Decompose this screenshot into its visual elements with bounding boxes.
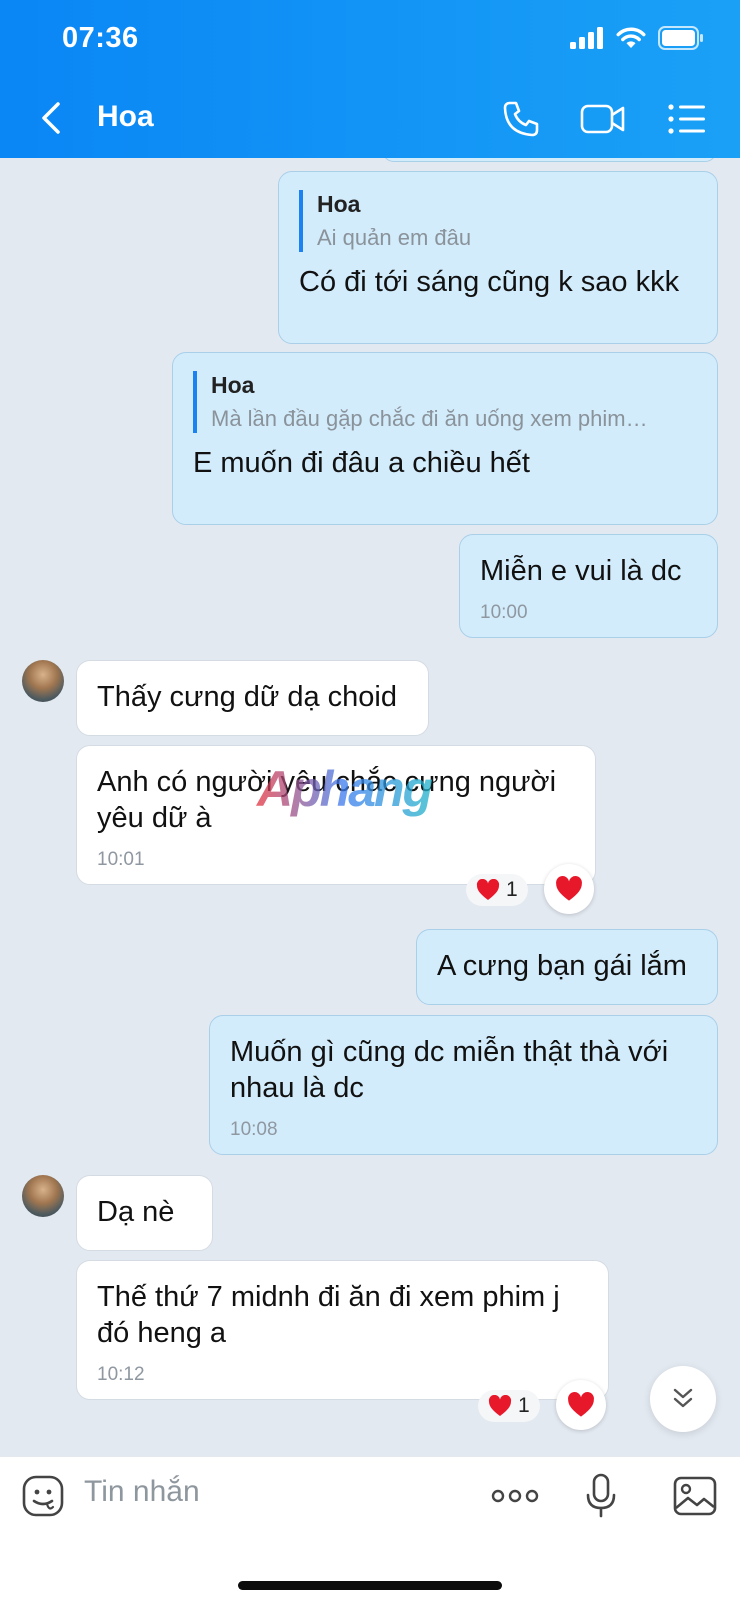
message-bubble-outgoing[interactable]: Muốn gì cũng dc miễn thật thà với nhau l… [209,1015,718,1155]
message-bubble-outgoing[interactable]: Miễn e vui là dc 10:00 [459,534,718,638]
message-input-bar: Tin nhắn [0,1456,740,1600]
chat-options-button[interactable] [662,94,712,144]
voice-message-button[interactable] [576,1471,626,1521]
message-text: Thế thứ 7 midnh đi ăn đi xem phim j đó h… [97,1281,560,1349]
status-time: 07:36 [62,22,139,54]
watermark-logo: Aphang [255,760,485,833]
video-call-icon [580,104,625,134]
reaction-count-value: 1 [506,878,518,901]
sticker-icon [22,1475,64,1517]
reaction-count[interactable]: 1 [478,1390,540,1422]
quote-sender: Hoa [211,372,255,398]
message-text: Muốn gì cũng dc miễn thật thà với nhau l… [230,1036,669,1104]
message-bubble-incoming[interactable]: Dạ nè [76,1175,213,1251]
wifi-icon [616,27,646,48]
reply-quote[interactable]: Hoa Ai quản em đâu [299,190,697,252]
menu-list-icon [668,104,705,134]
reply-quote[interactable]: Hoa Mà lần đầu gặp chắc đi ăn uống xem p… [193,371,697,433]
quote-sender: Hoa [317,191,361,217]
reaction-count-value: 1 [518,1394,530,1417]
more-dots-icon [491,1489,539,1503]
heart-icon [476,879,500,900]
message-bubble-outgoing[interactable]: Hoa Mà lần đầu gặp chắc đi ăn uống xem p… [172,352,718,525]
message-bubble-incoming[interactable]: Thấy cưng dữ dạ choid [76,660,429,736]
microphone-icon [586,1473,616,1518]
message-text: Miễn e vui là dc [480,555,682,587]
video-call-button[interactable] [578,94,628,144]
message-time: 10:00 [480,602,528,623]
phone-icon [503,101,539,137]
message-bubble-partial[interactable] [382,158,717,162]
voice-call-button[interactable] [496,94,546,144]
reaction-count[interactable]: 1 [466,874,528,906]
message-text: Có đi tới sáng cũng k sao kkk [299,266,680,298]
back-button[interactable] [36,98,70,138]
message-text: E muốn đi đâu a chiều hết [193,447,530,479]
back-chevron-icon [42,102,60,134]
more-options-button[interactable] [490,1471,540,1521]
react-button[interactable] [544,864,594,914]
message-bubble-outgoing[interactable]: Hoa Ai quản em đâu Có đi tới sáng cũng k… [278,171,718,344]
message-bubble-outgoing[interactable]: A cưng bạn gái lắm [416,929,718,1005]
message-input[interactable]: Tin nhắn [84,1475,200,1509]
home-indicator[interactable] [238,1581,502,1590]
contact-name[interactable]: Hoa [97,100,154,134]
avatar[interactable] [22,1175,64,1217]
scroll-to-bottom-button[interactable] [650,1366,716,1432]
message-bubble-incoming[interactable]: Thế thứ 7 midnh đi ăn đi xem phim j đó h… [76,1260,609,1400]
quote-text: Mà lần đầu gặp chắc đi ăn uống xem phim… [211,406,648,431]
avatar[interactable] [22,660,64,702]
heart-icon [556,876,582,901]
react-button[interactable] [556,1380,606,1430]
battery-icon [658,26,703,50]
message-time: 10:08 [230,1119,278,1140]
message-text: Thấy cưng dữ dạ choid [97,681,397,713]
signal-icon [570,27,603,49]
sticker-button[interactable] [18,1471,68,1521]
message-time: 10:01 [97,849,145,870]
image-icon [673,1476,717,1516]
chat-header: 07:36 Hoa [0,0,740,158]
status-icons [570,26,704,50]
quote-text: Ai quản em đâu [317,225,472,250]
svg-text:Aphang: Aphang [255,761,433,817]
image-button[interactable] [670,1471,720,1521]
heart-icon [568,1392,594,1417]
message-time: 10:12 [97,1364,145,1385]
message-text: Dạ nè [97,1196,175,1228]
double-chevron-down-icon [673,1388,693,1408]
message-text: A cưng bạn gái lắm [437,950,687,982]
heart-icon [488,1395,512,1416]
